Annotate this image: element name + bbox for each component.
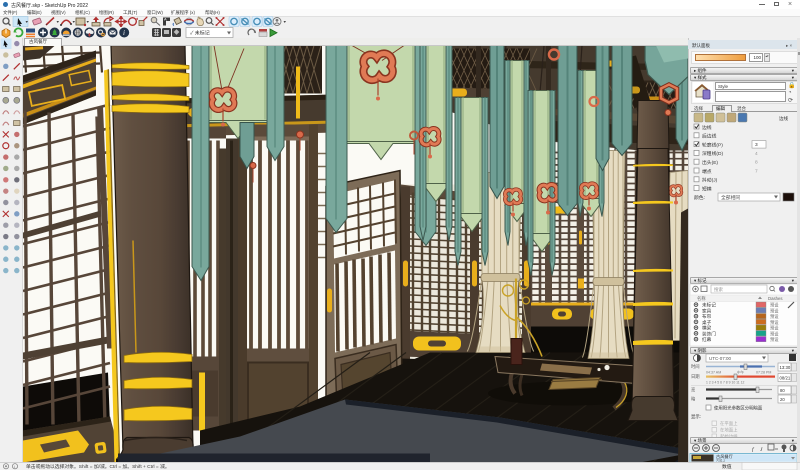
- svg-text:J: J: [760, 447, 763, 453]
- svg-text:f: f: [752, 446, 755, 453]
- svg-text:单击或拖动以选择对象。Shift = 加/减。Ctrl =: 单击或拖动以选择对象。Shift = 加/减。Ctrl = 加。Shift + …: [26, 463, 170, 470]
- svg-text:数值: 数值: [722, 463, 732, 470]
- svg-text:i: i: [14, 464, 16, 469]
